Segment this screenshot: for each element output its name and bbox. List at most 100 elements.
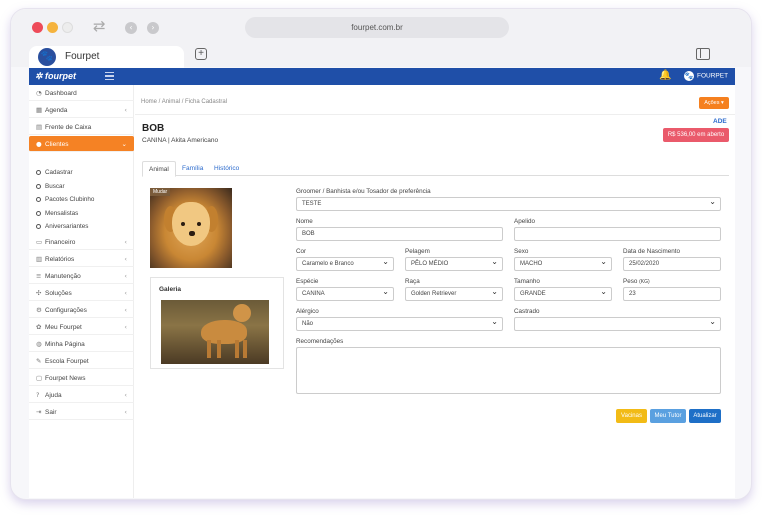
nome-input[interactable]: BOB — [296, 227, 503, 241]
pet-name: BOB — [142, 123, 165, 134]
breadcrumb-current: Ficha Cadastral — [185, 99, 228, 105]
peso-input[interactable]: 23 — [623, 287, 721, 301]
gear-icon: ⚙ — [36, 306, 42, 314]
pet-species-breed: CANINA | Akita Americano — [142, 137, 219, 144]
actions-button[interactable]: Ações ▾ — [699, 97, 729, 109]
logout-icon: ⇥ — [36, 408, 42, 416]
app: ✲ fourpet 🔔 🐾 FOURPET ⌄ ◔ Dashboard ▦ Agend… — [29, 68, 735, 498]
apelido-label: Apelido — [514, 218, 536, 225]
recomendacoes-label: Recomendações — [296, 338, 344, 345]
apelido-input[interactable] — [514, 227, 721, 241]
sidebar-item-sair[interactable]: ⇥ Sair ‹ — [29, 404, 134, 420]
sidebar-item-agenda[interactable]: ▦ Agenda ‹ — [29, 102, 134, 118]
breadcrumb-home[interactable]: Home — [141, 99, 157, 105]
help-icon: ? — [36, 391, 40, 399]
money-icon: ▭ — [36, 238, 43, 246]
calendar-icon: ▦ — [36, 106, 43, 114]
sidebar-item-solucoes[interactable]: ✣ Soluções ‹ — [29, 285, 134, 301]
sidebar-item-clientes[interactable]: ● Clientes ⌄ — [29, 136, 134, 152]
sync-icon[interactable]: ⇄ — [93, 17, 106, 35]
raca-select[interactable]: Golden Retriever — [405, 286, 503, 301]
new-tab-button[interactable]: + — [195, 48, 207, 60]
status-code: ADE — [713, 118, 727, 125]
brand-logo[interactable]: ✲ fourpet — [35, 71, 76, 82]
pet-photo[interactable]: Mudar — [150, 188, 232, 268]
change-photo-tag[interactable]: Mudar — [150, 188, 171, 196]
browser-tab[interactable]: 🐾 Fourpet — [29, 46, 184, 68]
sidebar-item-meu-fourpet[interactable]: ✿ Meu Fourpet ‹ — [29, 319, 134, 335]
avatar: 🐾 — [684, 71, 694, 81]
groomer-label: Groomer / Banhista e/ou Tosador de prefe… — [296, 188, 431, 195]
bell-icon[interactable]: 🔔 — [659, 70, 671, 81]
cor-label: Cor — [296, 248, 307, 255]
gallery-image[interactable] — [161, 300, 269, 364]
gallery-title: Galeria — [159, 286, 182, 293]
browser-window: ⇄ ‹ › fourpet.com.br 🐾 Fourpet + ✲ fourp… — [10, 8, 752, 500]
sidebar-item-ajuda[interactable]: ? Ajuda ‹ — [29, 387, 134, 403]
sidebar-item-frente-de-caixa[interactable]: ▤ Frente de Caixa — [29, 119, 134, 135]
alergico-select[interactable]: Não — [296, 316, 503, 331]
sidebar-subitem-cadastrar[interactable]: Cadastrar — [36, 169, 73, 176]
main-content: Home / Animal / Ficha Cadastral Ações ▾ … — [135, 85, 735, 498]
sidebar-item-relatorios[interactable]: ▥ Relatórios ‹ — [29, 251, 134, 267]
sidebar-subitem-aniversariantes[interactable]: Aniversariantes — [36, 223, 88, 230]
maximize-window-button[interactable] — [62, 22, 73, 33]
castrado-label: Castrado — [514, 308, 540, 315]
meu-tutor-button[interactable]: Meu Tutor — [650, 409, 686, 423]
puzzle-icon: ✣ — [36, 289, 42, 297]
close-window-button[interactable] — [32, 22, 43, 33]
peso-label: Peso (KG) — [623, 278, 650, 285]
tab-animal[interactable]: Animal — [142, 161, 176, 177]
groomer-select[interactable]: TESTE — [296, 196, 721, 211]
castrado-select[interactable] — [514, 316, 721, 331]
nome-label: Nome — [296, 218, 313, 225]
breadcrumb: Home / Animal / Ficha Cadastral — [141, 99, 228, 105]
paw-icon: 🐾 — [38, 48, 56, 66]
browser-chrome: ⇄ ‹ › fourpet.com.br 🐾 Fourpet + — [11, 9, 751, 68]
tamanho-label: Tamanho — [514, 278, 540, 285]
sidebar-item-minha-pagina[interactable]: ◍ Minha Página — [29, 336, 134, 352]
tab-historico[interactable]: Histórico — [208, 161, 245, 176]
forward-button[interactable]: › — [147, 22, 159, 34]
raca-label: Raça — [405, 278, 420, 285]
sidebar-item-dashboard[interactable]: ◔ Dashboard — [29, 85, 134, 101]
sidebar-subitem-buscar[interactable]: Buscar — [36, 183, 65, 190]
balance-badge[interactable]: R$ 536,00 em aberto — [663, 128, 729, 142]
tab-familia[interactable]: Família — [176, 161, 209, 176]
paw-icon: ✿ — [36, 323, 42, 331]
sidebar-subitem-pacotes-clubinho[interactable]: Pacotes Clubinho — [36, 196, 94, 203]
dashboard-icon: ◔ — [36, 89, 42, 97]
sidebar-item-configuracoes[interactable]: ⚙ Configurações ‹ — [29, 302, 134, 318]
recomendacoes-textarea[interactable] — [296, 347, 721, 394]
data-nascimento-input[interactable]: 25/02/2020 — [623, 257, 721, 271]
sidebar-item-financeiro[interactable]: ▭ Financeiro ‹ — [29, 234, 134, 250]
vacinas-button[interactable]: Vacinas — [616, 409, 647, 423]
users-icon: ● — [36, 140, 42, 148]
cash-register-icon: ▤ — [36, 123, 43, 131]
sidebar-item-fourpet-news[interactable]: ▢ Fourpet News — [29, 370, 134, 386]
sidebar-item-manutencao[interactable]: ≡ Manutenção ‹ — [29, 268, 134, 284]
address-bar[interactable]: fourpet.com.br — [245, 17, 509, 38]
sexo-select[interactable]: MACHO — [514, 256, 612, 271]
especie-select[interactable]: CANINA — [296, 286, 394, 301]
minimize-window-button[interactable] — [47, 22, 58, 33]
alergico-label: Alérgico — [296, 308, 319, 315]
tab-bar: Animal Família Histórico — [142, 161, 729, 177]
menu-toggle-icon[interactable] — [105, 72, 114, 80]
sidebar: ◔ Dashboard ▦ Agenda ‹ ▤ Frente de Caixa ● Cl… — [29, 85, 134, 498]
news-icon: ▢ — [36, 374, 43, 382]
sexo-label: Sexo — [514, 248, 529, 255]
pelagem-select[interactable]: PÊLO MÉDIO — [405, 256, 503, 271]
chart-icon: ▥ — [36, 255, 43, 263]
globe-icon: ◍ — [36, 340, 42, 348]
tamanho-select[interactable]: GRANDE — [514, 286, 612, 301]
sidebar-toggle-icon[interactable] — [696, 48, 710, 60]
especie-label: Espécie — [296, 278, 319, 285]
cor-select[interactable]: Caramelo e Branco — [296, 256, 394, 271]
back-button[interactable]: ‹ — [125, 22, 137, 34]
pelagem-label: Pelagem — [405, 248, 430, 255]
atualizar-button[interactable]: Atualizar — [689, 409, 721, 423]
sidebar-item-escola-fourpet[interactable]: ✎ Escola Fourpet — [29, 353, 134, 369]
sidebar-subitem-mensalistas[interactable]: Mensalistas — [36, 210, 78, 217]
breadcrumb-animal[interactable]: Animal — [162, 99, 180, 105]
